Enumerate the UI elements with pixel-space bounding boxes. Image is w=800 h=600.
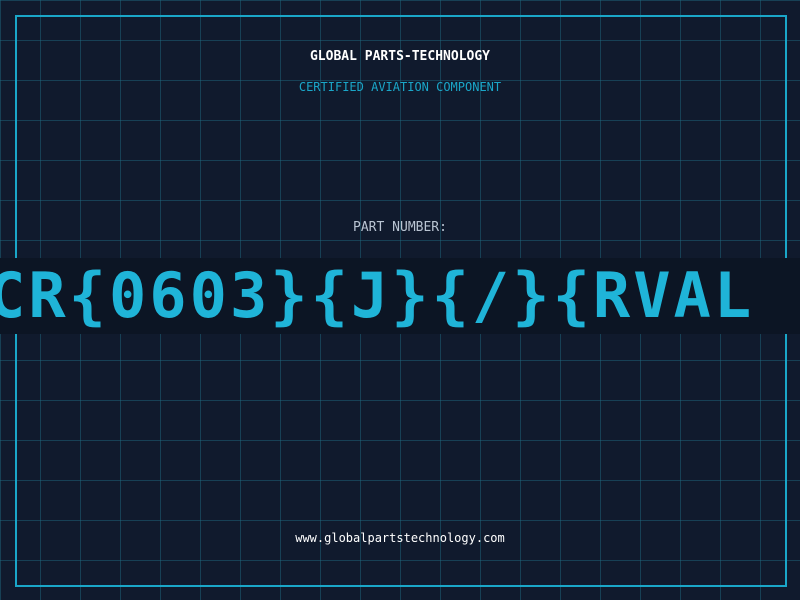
part-number-label: PART NUMBER: bbox=[353, 220, 447, 235]
part-label-card: GLOBAL PARTS-TECHNOLOGY CERTIFIED AVIATI… bbox=[0, 0, 800, 600]
part-number-value: CR{0603}{J}{/}{RVAL bbox=[0, 259, 755, 332]
certification-text: CERTIFIED AVIATION COMPONENT bbox=[298, 80, 502, 94]
company-name: GLOBAL PARTS-TECHNOLOGY bbox=[309, 49, 490, 64]
website-url[interactable]: www.globalpartstechnology.com bbox=[0, 531, 800, 545]
